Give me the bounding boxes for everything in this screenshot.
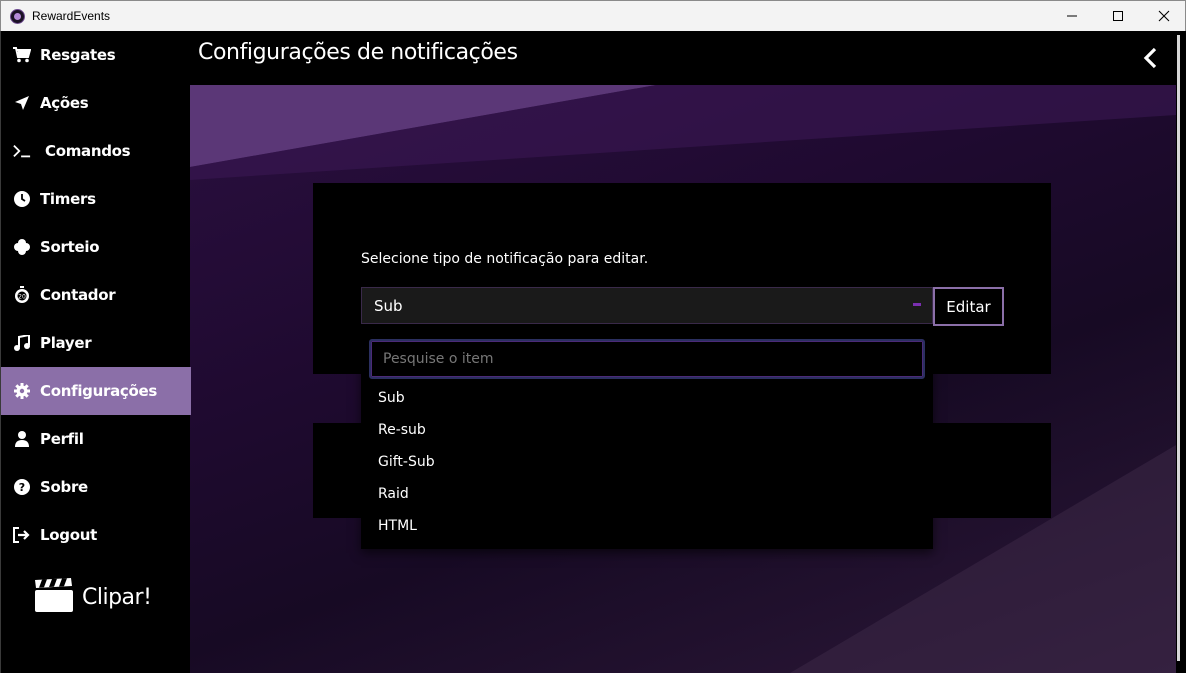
sidebar-item-configuracoes[interactable]: Configurações [1,367,191,415]
sidebar-item-acoes[interactable]: Ações [1,79,191,127]
maximize-icon [1113,11,1123,21]
close-icon [1158,10,1170,22]
sidebar-item-resgates[interactable]: Resgates [1,31,191,79]
clipar-label: Clipar! [82,584,152,610]
dropdown-option-gift-sub[interactable]: Gift-Sub [378,454,435,470]
sidebar-item-label: Resgates [40,46,116,64]
page-header: Configurações de notificações [190,31,1176,85]
scrollbar-thumb[interactable] [1177,35,1180,661]
sidebar-item-timers[interactable]: Timers [1,175,191,223]
clover-icon [13,238,31,256]
dropdown-search-input[interactable]: Pesquise o item [369,339,925,379]
select-value: Sub [374,297,403,315]
sidebar-item-label: Contador [40,286,116,304]
sidebar-item-comandos[interactable]: Comandos [1,127,191,175]
sidebar-item-player[interactable]: Player [1,319,191,367]
cart-icon [13,46,31,64]
minimize-button[interactable] [1049,1,1095,31]
app-logo-icon [10,9,25,24]
location-arrow-icon [13,94,31,112]
svg-text:20: 20 [18,294,26,301]
sidebar: Resgates Ações Comandos Timers Sorteio 2… [0,31,191,673]
sidebar-item-sorteio[interactable]: Sorteio [1,223,191,271]
search-placeholder: Pesquise o item [383,351,494,367]
scrollbar[interactable] [1176,31,1186,673]
clipar-button[interactable]: Clipar! [35,578,152,616]
clock-icon [13,190,31,208]
sidebar-item-perfil[interactable]: Perfil [1,415,191,463]
window-title: RewardEvents [32,9,111,23]
music-note-icon [13,334,31,352]
dropdown-menu: Pesquise o item Sub Re-sub Gift-Sub Raid… [361,331,933,549]
sidebar-item-label: Logout [40,526,97,544]
sidebar-item-label: Timers [40,190,96,208]
sidebar-item-contador[interactable]: 20 Contador [1,271,191,319]
terminal-icon [13,142,31,160]
sidebar-item-label: Comandos [45,142,131,160]
notification-type-select[interactable]: Sub [361,287,933,324]
gear-icon [13,382,31,400]
select-label: Selecione tipo de notificação para edita… [361,251,649,267]
window-titlebar: RewardEvents [0,0,1186,31]
dropdown-option-re-sub[interactable]: Re-sub [378,422,426,438]
minimize-icon [1067,15,1077,17]
sidebar-item-label: Perfil [40,430,84,448]
stopwatch-icon: 20 [13,286,31,304]
sidebar-item-label: Sorteio [40,238,100,256]
svg-text:?: ? [19,481,25,494]
dropdown-option-sub[interactable]: Sub [378,390,405,406]
dropdown-caret-icon [913,303,921,306]
sidebar-item-label: Configurações [40,382,157,400]
chevron-left-icon [1143,47,1157,69]
edit-button[interactable]: Editar [933,287,1004,326]
maximize-button[interactable] [1095,1,1141,31]
page-title: Configurações de notificações [198,40,518,65]
sidebar-item-label: Ações [40,94,89,112]
close-button[interactable] [1141,1,1186,31]
sidebar-item-label: Sobre [40,478,88,496]
logout-icon [13,526,31,544]
back-button[interactable] [1138,45,1162,71]
sidebar-item-label: Player [40,334,92,352]
question-circle-icon: ? [13,478,31,496]
dropdown-option-html[interactable]: HTML [378,518,417,534]
clapperboard-icon [35,578,73,616]
user-icon [13,430,31,448]
sidebar-item-logout[interactable]: Logout [1,511,191,559]
sidebar-item-sobre[interactable]: ? Sobre [1,463,191,511]
dropdown-option-raid[interactable]: Raid [378,486,409,502]
